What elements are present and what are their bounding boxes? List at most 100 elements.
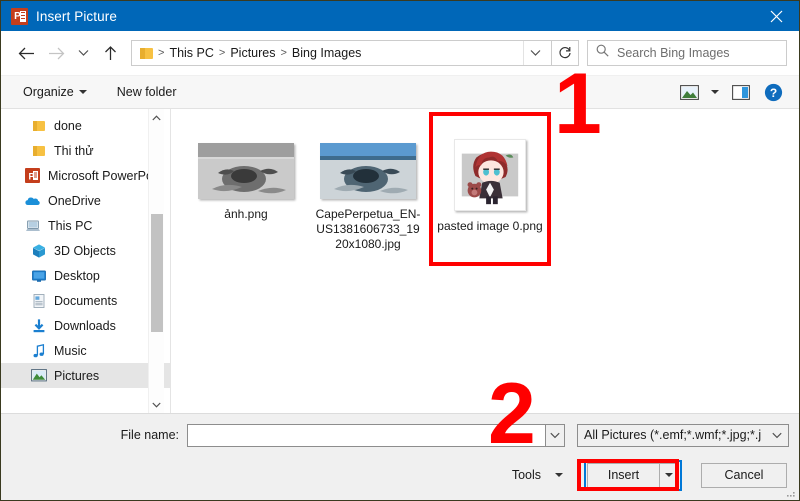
annotation-step-1: 1 xyxy=(554,56,602,152)
file-grid: ảnh.png CapePerpetua_EN-US1381606733_192… xyxy=(185,127,799,252)
grayscale-ocean-thumbnail xyxy=(198,143,294,199)
file-item-selected[interactable]: pasted image 0.png xyxy=(429,127,551,252)
window-title: Insert Picture xyxy=(36,8,117,24)
insert-button[interactable]: Insert xyxy=(587,462,659,488)
file-name-label: CapePerpetua_EN-US1381606733_1920x1080.j… xyxy=(315,207,421,251)
3d-objects-icon xyxy=(31,243,47,259)
sidebar-item-label: Microsoft PowerPo xyxy=(48,168,153,183)
sidebar-item-label: Music xyxy=(54,343,87,358)
file-name-field-label: File name: xyxy=(120,428,179,442)
sidebar-item-this-pc[interactable]: This PC xyxy=(1,213,170,238)
title-bar: P Insert Picture xyxy=(1,1,799,31)
insert-button-group[interactable]: Insert xyxy=(584,459,682,491)
tools-button[interactable]: Tools xyxy=(502,464,573,486)
sidebar-item-thi-th[interactable]: Thi thử xyxy=(1,138,170,163)
back-icon[interactable] xyxy=(11,38,41,68)
caret-down-icon xyxy=(78,90,87,94)
help-icon[interactable]: ? xyxy=(759,80,787,104)
picture-view-icon[interactable] xyxy=(675,80,703,104)
tools-label: Tools xyxy=(511,468,541,482)
scroll-up-chevron-icon[interactable] xyxy=(149,109,165,126)
scrollbar-track[interactable] xyxy=(149,126,165,396)
insert-caret-down-icon[interactable] xyxy=(659,462,679,488)
navigation-pane: done Thi thử P Microsoft PowerPo OneDrive Thi… xyxy=(1,109,171,413)
file-name-chevron-down-icon[interactable] xyxy=(545,423,565,447)
music-icon xyxy=(31,343,47,359)
file-type-filter-value: All Pictures (*.emf;*.wmf;*.jpg;*.j xyxy=(584,428,762,442)
breadcrumb-separator: > xyxy=(218,47,226,59)
scroll-down-chevron-icon[interactable] xyxy=(149,396,165,413)
thumbnail-wrap xyxy=(454,131,526,211)
breadcrumb-this-pc[interactable]: This PC xyxy=(167,46,215,60)
address-chevron-down-icon[interactable] xyxy=(523,41,547,65)
thumbnail-wrap xyxy=(198,131,294,199)
view-caret-down-icon[interactable] xyxy=(707,80,723,104)
navigation-bar: > This PC > Pictures > Bing Images Searc… xyxy=(1,31,799,75)
sidebar-scrollbar[interactable] xyxy=(148,109,164,413)
color-ocean-thumbnail xyxy=(320,143,416,199)
sidebar-item-documents[interactable]: Documents xyxy=(1,288,170,313)
file-item[interactable]: ảnh.png xyxy=(185,127,307,252)
sidebar-item-label: Desktop xyxy=(54,268,100,283)
this-pc-icon xyxy=(25,218,41,234)
sidebar-item-label: Documents xyxy=(54,293,118,308)
file-name-row: File name: All Pictures (*.emf;*.wmf;*.j… xyxy=(1,414,799,456)
forward-icon xyxy=(41,38,71,68)
sidebar-item-microsoft-powerpo[interactable]: P Microsoft PowerPo xyxy=(1,163,170,188)
file-type-filter-select[interactable]: All Pictures (*.emf;*.wmf;*.jpg;*.j xyxy=(577,423,789,447)
sidebar-item-downloads[interactable]: Downloads xyxy=(1,313,170,338)
sidebar-item-3d-objects[interactable]: 3D Objects xyxy=(1,238,170,263)
file-list[interactable]: ảnh.png CapePerpetua_EN-US1381606733_192… xyxy=(171,109,799,413)
sidebar-item-label: Thi thử xyxy=(54,143,94,158)
sidebar-item-label: Pictures xyxy=(54,368,100,383)
sidebar-item-label: Downloads xyxy=(54,318,116,333)
footer-button-row: Tools Insert Cancel xyxy=(1,456,799,500)
file-item[interactable]: CapePerpetua_EN-US1381606733_1920x1080.j… xyxy=(307,127,429,252)
sidebar-item-label: This PC xyxy=(48,218,93,233)
anime-chibi-thumbnail xyxy=(454,139,526,211)
preview-pane-icon[interactable] xyxy=(727,80,755,104)
recent-locations-chevron-down-icon[interactable] xyxy=(71,38,95,68)
desktop-icon xyxy=(31,268,47,284)
command-bar: Organize New folder ? xyxy=(1,75,799,109)
folder-icon xyxy=(140,47,153,59)
sidebar-item-done[interactable]: done xyxy=(1,113,170,138)
cancel-button[interactable]: Cancel xyxy=(701,462,787,488)
pictures-icon xyxy=(31,368,47,384)
breadcrumb-separator: > xyxy=(158,47,165,59)
sidebar-item-label: done xyxy=(54,118,82,133)
breadcrumb-pictures[interactable]: Pictures xyxy=(228,46,277,60)
thumbnail-wrap xyxy=(320,131,416,199)
sidebar-item-music[interactable]: Music xyxy=(1,338,170,363)
downloads-icon xyxy=(31,318,47,334)
documents-icon xyxy=(31,293,47,309)
dialog-footer: File name: All Pictures (*.emf;*.wmf;*.j… xyxy=(1,413,799,500)
annotation-step-2: 2 xyxy=(488,366,536,462)
sidebar-item-label: 3D Objects xyxy=(54,243,116,258)
tools-caret-down-icon xyxy=(555,473,563,477)
address-bar[interactable]: > This PC > Pictures > Bing Images xyxy=(131,40,552,66)
organize-button[interactable]: Organize xyxy=(15,81,95,103)
close-icon[interactable] xyxy=(753,1,799,31)
sidebar-item-desktop[interactable]: Desktop xyxy=(1,263,170,288)
sidebar-item-onedrive[interactable]: OneDrive xyxy=(1,188,170,213)
sidebar-item-label: OneDrive xyxy=(48,193,101,208)
powerpoint-icon: P xyxy=(11,7,28,25)
svg-text:?: ? xyxy=(769,86,776,100)
up-icon[interactable] xyxy=(95,38,125,68)
organize-label: Organize xyxy=(23,85,74,99)
insert-picture-dialog: P Insert Picture > This PC > Pictures > … xyxy=(0,0,800,501)
search-input[interactable]: Search Bing Images xyxy=(587,40,787,66)
folder-icon xyxy=(31,143,47,159)
file-name-label: pasted image 0.png xyxy=(437,219,543,233)
resize-grip-icon[interactable] xyxy=(786,488,796,498)
folder-icon xyxy=(31,118,47,134)
sidebar-item-pictures[interactable]: Pictures xyxy=(1,363,170,388)
scrollbar-thumb[interactable] xyxy=(150,214,163,332)
file-name-label: ảnh.png xyxy=(224,207,268,221)
command-bar-right: ? xyxy=(675,80,787,104)
folder-tree: done Thi thử P Microsoft PowerPo OneDrive Thi… xyxy=(1,109,170,388)
powerpoint-icon: P xyxy=(25,167,41,184)
breadcrumb-bing-images[interactable]: Bing Images xyxy=(290,46,363,60)
new-folder-button[interactable]: New folder xyxy=(109,81,185,103)
